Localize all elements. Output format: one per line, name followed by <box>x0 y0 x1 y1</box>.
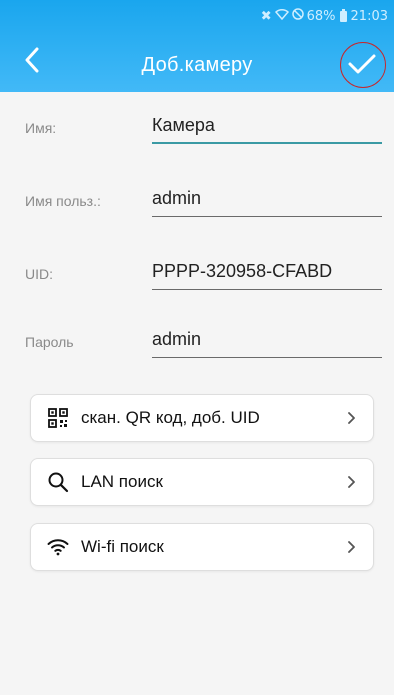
name-row: Имя: Камера <box>0 106 394 146</box>
page-title: Доб.камеру <box>141 54 253 76</box>
scan-qr-label: скан. QR код, доб. UID <box>81 408 260 427</box>
battery-percent: 68% <box>306 8 336 24</box>
battery-icon <box>339 8 347 22</box>
uid-label: UID: <box>25 266 53 282</box>
do-not-disturb-icon <box>291 8 304 24</box>
name-label: Имя: <box>25 120 57 136</box>
chevron-right-icon <box>345 475 357 489</box>
uid-row: UID: PPPP-320958-CFABD <box>0 252 394 292</box>
checkmark-icon <box>347 52 377 81</box>
password-label: Пароль <box>25 334 74 350</box>
clock: 21:03 <box>350 8 388 24</box>
name-input[interactable]: Камера <box>152 110 382 144</box>
scan-qr-button[interactable]: скан. QR код, доб. UID <box>30 394 374 442</box>
username-row: Имя польз.: admin <box>0 179 394 219</box>
wifi-icon <box>274 8 289 24</box>
username-input[interactable]: admin <box>152 183 382 217</box>
app-header: ✖ 68% 21:03 Доб.камеру <box>0 0 394 92</box>
qr-code-icon <box>43 403 73 433</box>
add-camera-form: Имя: Камера Имя польз.: admin UID: PPPP-… <box>0 92 394 695</box>
wifi-search-button[interactable]: Wi-fi поиск <box>30 523 374 571</box>
username-label: Имя польз.: <box>25 193 101 209</box>
search-icon <box>43 467 73 497</box>
confirm-button[interactable] <box>338 44 386 88</box>
password-row: Пароль admin <box>0 320 394 360</box>
status-bar: ✖ 68% 21:03 <box>261 6 388 26</box>
chevron-right-icon <box>345 540 357 554</box>
wifi-search-label: Wi-fi поиск <box>81 537 164 556</box>
lan-search-button[interactable]: LAN поиск <box>30 458 374 506</box>
wifi-icon <box>43 532 73 562</box>
uid-input[interactable]: PPPP-320958-CFABD <box>152 256 382 290</box>
password-input[interactable]: admin <box>152 324 382 358</box>
mute-icon: ✖ <box>260 8 272 24</box>
lan-search-label: LAN поиск <box>81 472 163 491</box>
chevron-right-icon <box>345 411 357 425</box>
